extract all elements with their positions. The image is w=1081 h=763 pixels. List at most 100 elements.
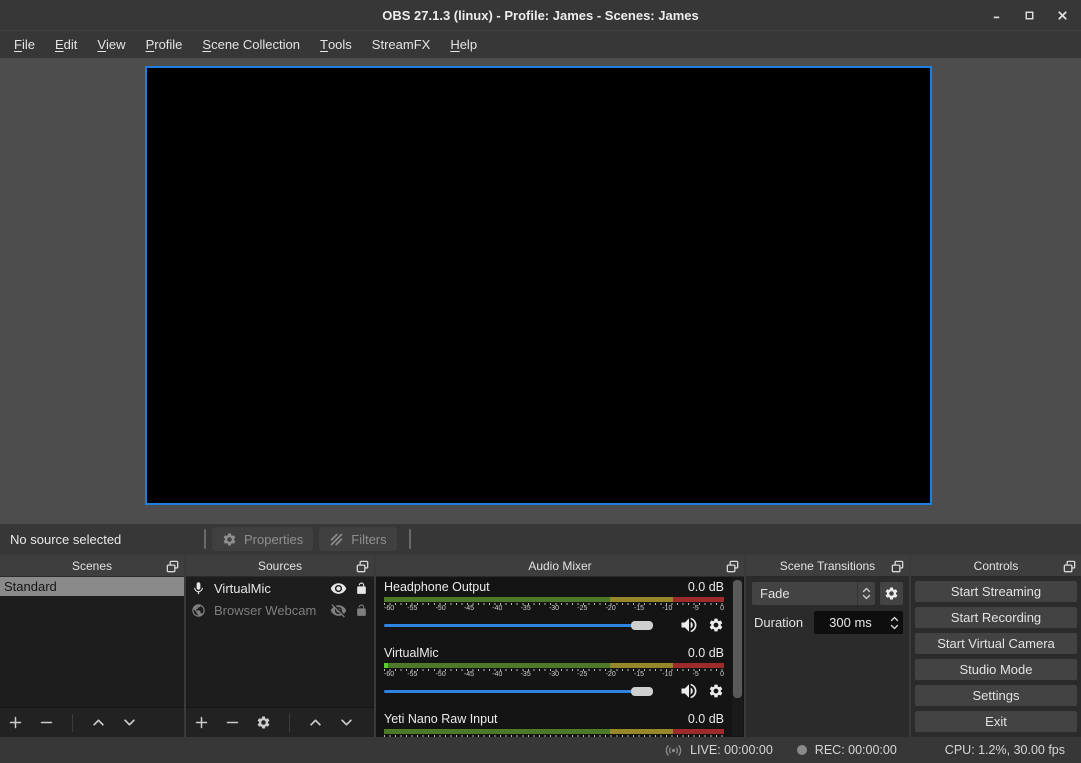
- controls-dock-header: Controls: [911, 556, 1081, 577]
- volume-slider-handle[interactable]: [631, 687, 653, 696]
- scenes-dock: Scenes Standard: [0, 556, 184, 737]
- popout-icon[interactable]: [355, 559, 370, 574]
- chevron-up-icon[interactable]: [91, 715, 106, 730]
- duration-spinbox[interactable]: 300 ms: [814, 611, 903, 634]
- scenes-toolbar: [0, 707, 184, 737]
- scene-transitions-dock-title: Scene Transitions: [780, 559, 875, 573]
- controls-dock-title: Controls: [974, 559, 1019, 573]
- sources-dock: Sources VirtualMic Browser Webcam: [186, 556, 374, 737]
- lock-open-icon[interactable]: [355, 582, 368, 595]
- popout-icon[interactable]: [725, 559, 740, 574]
- eye-icon[interactable]: [330, 580, 347, 597]
- transition-select[interactable]: Fade: [752, 582, 875, 605]
- gear-icon[interactable]: [708, 683, 724, 699]
- volume-slider-handle[interactable]: [631, 621, 653, 630]
- scenes-list: Standard: [0, 577, 184, 707]
- source-row[interactable]: VirtualMic: [186, 577, 374, 599]
- broadcast-icon: [664, 741, 683, 760]
- popout-icon[interactable]: [165, 559, 180, 574]
- mixer-channel-volume-db: 0.0 dB: [688, 712, 724, 726]
- audio-mixer-dock-header: Audio Mixer: [376, 556, 744, 577]
- microphone-icon: [191, 581, 206, 596]
- properties-button[interactable]: Properties: [212, 527, 313, 551]
- menu-item-view[interactable]: View: [87, 31, 135, 58]
- toolbar-separator: [289, 714, 290, 732]
- source-name: VirtualMic: [214, 581, 322, 596]
- toolbar-separator: [409, 529, 411, 549]
- chevron-up-icon[interactable]: [308, 715, 323, 730]
- volume-slider[interactable]: [384, 683, 670, 699]
- meter-tick-labels: -60-55-50-45-40-35-30-25-20-15-10-50: [384, 671, 724, 680]
- plus-icon[interactable]: [8, 715, 23, 730]
- filters-button[interactable]: Filters: [319, 527, 396, 551]
- volume-slider-row: [384, 617, 724, 633]
- mixer-channel-name: Yeti Nano Raw Input: [384, 712, 498, 726]
- menu-item-tools[interactable]: Tools: [310, 31, 362, 58]
- sources-dock-header: Sources: [186, 556, 374, 577]
- controls-dock: Controls Start Streaming Start Recording S…: [911, 556, 1081, 737]
- mixer-channel-volume-db: 0.0 dB: [688, 580, 724, 594]
- preview-area: [0, 58, 1081, 524]
- maximize-icon[interactable]: [1021, 7, 1038, 24]
- source-status-text: No source selected: [0, 532, 198, 547]
- filter-icon: [329, 532, 344, 547]
- mixer-channel-volume-db: 0.0 dB: [688, 646, 724, 660]
- audio-level-meter: [384, 729, 724, 734]
- menu-item-streamfx[interactable]: StreamFX: [362, 31, 441, 58]
- spinner-up-icon[interactable]: [890, 616, 899, 622]
- close-icon[interactable]: [1054, 7, 1071, 24]
- dock-area: Scenes Standard Sources VirtualMic Browse…: [0, 554, 1081, 737]
- lock-open-icon[interactable]: [355, 604, 368, 617]
- volume-slider-fill: [384, 690, 653, 693]
- speaker-icon[interactable]: [679, 615, 699, 635]
- menu-item-file[interactable]: File: [4, 31, 45, 58]
- audio-mixer-dock-title: Audio Mixer: [528, 559, 591, 573]
- cpu-status: CPU: 1.2%, 30.00 fps: [945, 743, 1065, 757]
- source-row[interactable]: Browser Webcam: [186, 599, 374, 621]
- settings-button[interactable]: Settings: [915, 685, 1077, 706]
- spinner-down-icon: [862, 594, 871, 600]
- titlebar: OBS 27.1.3 (linux) - Profile: James - Sc…: [0, 0, 1081, 30]
- volume-slider-fill: [384, 624, 653, 627]
- menu-item-scene-collection[interactable]: Scene Collection: [192, 31, 310, 58]
- eye-off-icon[interactable]: [330, 602, 347, 619]
- audio-mixer-dock: Audio Mixer Headphone Output 0.0 dB -60-55…: [376, 556, 744, 737]
- popout-icon[interactable]: [1062, 559, 1077, 574]
- preview-canvas[interactable]: [145, 66, 932, 505]
- exit-button[interactable]: Exit: [915, 711, 1077, 732]
- sources-dock-title: Sources: [258, 559, 302, 573]
- start-virtual-camera-button[interactable]: Start Virtual Camera: [915, 633, 1077, 654]
- scenes-dock-title: Scenes: [72, 559, 112, 573]
- mixer-channel-name: VirtualMic: [384, 646, 439, 660]
- toolbar-separator: [72, 714, 73, 732]
- menu-item-edit[interactable]: Edit: [45, 31, 87, 58]
- chevron-down-icon[interactable]: [122, 715, 137, 730]
- chevron-down-icon[interactable]: [339, 715, 354, 730]
- transition-properties-button[interactable]: [880, 582, 903, 605]
- plus-icon[interactable]: [194, 715, 209, 730]
- scene-item[interactable]: Standard: [0, 577, 184, 596]
- studio-mode-button[interactable]: Studio Mode: [915, 659, 1077, 680]
- menu-item-profile[interactable]: Profile: [136, 31, 193, 58]
- volume-slider[interactable]: [384, 617, 670, 633]
- gear-icon[interactable]: [256, 715, 271, 730]
- menu-item-help[interactable]: Help: [440, 31, 487, 58]
- mixer-scrollbar-handle[interactable]: [733, 580, 742, 698]
- globe-icon: [191, 603, 206, 618]
- popout-icon[interactable]: [890, 559, 905, 574]
- start-recording-button[interactable]: Start Recording: [915, 607, 1077, 628]
- mixer-channel-name: Headphone Output: [384, 580, 490, 594]
- audio-level-meter: [384, 597, 724, 602]
- filters-button-label: Filters: [351, 532, 386, 547]
- minus-icon[interactable]: [225, 715, 240, 730]
- spinner-down-icon[interactable]: [890, 624, 899, 630]
- rec-status: REC: 00:00:00: [815, 743, 897, 757]
- source-name: Browser Webcam: [214, 603, 322, 618]
- transition-select-arrows[interactable]: [857, 582, 875, 605]
- volume-slider-row: [384, 683, 724, 699]
- speaker-icon[interactable]: [679, 681, 699, 701]
- start-streaming-button[interactable]: Start Streaming: [915, 581, 1077, 602]
- gear-icon[interactable]: [708, 617, 724, 633]
- minus-icon[interactable]: [39, 715, 54, 730]
- minimize-icon[interactable]: [988, 7, 1005, 24]
